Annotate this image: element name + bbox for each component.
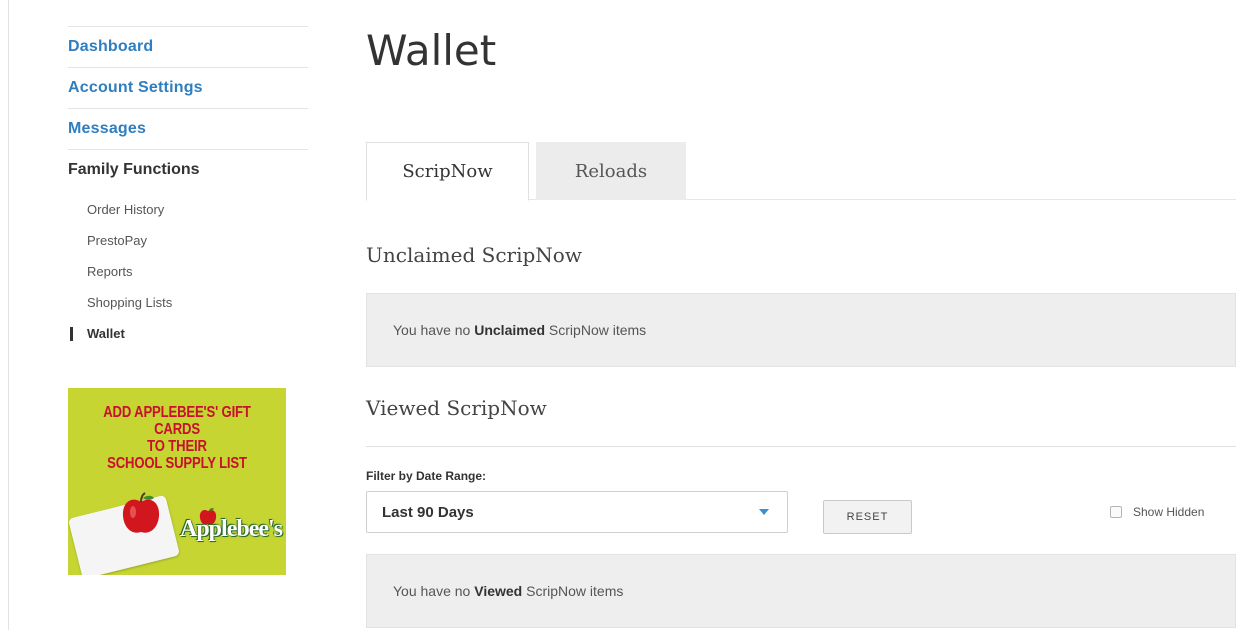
show-hidden-toggle[interactable]: Show Hidden [1110, 505, 1204, 519]
chevron-down-icon [759, 509, 769, 515]
viewed-empty-suffix: ScripNow items [522, 583, 624, 599]
sidebar-item-messages: Messages [68, 108, 308, 149]
date-range-selected-value: Last 90 Days [382, 503, 474, 521]
viewed-empty-bold: Viewed [474, 583, 523, 599]
show-hidden-checkbox[interactable] [1110, 506, 1122, 518]
wallet-tabs: ScripNow Reloads [366, 142, 1236, 201]
promo-headline: ADD APPLEBEE'S' GIFT CARDS TO THEIR SCHO… [88, 404, 267, 472]
promo-line-1: ADD APPLEBEE'S' GIFT CARDS [103, 404, 251, 438]
family-functions-label: Family Functions [68, 161, 200, 178]
sidebar-item-dashboard: Dashboard [68, 26, 308, 67]
viewed-empty-prefix: You have no [393, 583, 475, 599]
sidebar-nav: Dashboard Account Settings Messages Fami… [68, 26, 308, 190]
unclaimed-scripnow-heading: Unclaimed ScripNow [366, 243, 582, 267]
reset-button[interactable]: RESET [823, 500, 912, 534]
page-title: Wallet [366, 26, 497, 75]
subnav-item-wallet[interactable]: Wallet [68, 318, 308, 349]
tab-scripnow[interactable]: ScripNow [366, 142, 529, 201]
show-hidden-label: Show Hidden [1133, 505, 1205, 519]
applebees-logo: Applebee's [180, 516, 283, 542]
unclaimed-empty-message: You have no Unclaimed ScripNow items [366, 293, 1236, 367]
subnav-item-order-history[interactable]: Order History [68, 194, 308, 225]
unclaimed-empty-bold: Unclaimed [474, 322, 546, 338]
account-settings-link[interactable]: Account Settings [68, 79, 203, 97]
section-divider [366, 446, 1236, 447]
sidebar-group-family-functions: Family Functions [68, 149, 308, 190]
messages-link[interactable]: Messages [68, 120, 146, 138]
applebees-promo-banner[interactable]: ADD APPLEBEE'S' GIFT CARDS TO THEIR SCHO… [68, 388, 286, 575]
apple-icon [122, 492, 160, 533]
filter-date-range-label: Filter by Date Range: [366, 469, 487, 483]
promo-line-3: SCHOOL SUPPLY LIST [107, 455, 247, 472]
unclaimed-empty-suffix: ScripNow items [545, 322, 647, 338]
subnav-item-reports[interactable]: Reports [68, 256, 308, 287]
tab-reloads[interactable]: Reloads [536, 142, 686, 200]
viewed-scripnow-heading: Viewed ScripNow [366, 396, 547, 420]
subnav-item-shopping-lists[interactable]: Shopping Lists [68, 287, 308, 318]
family-functions-subnav: Order History PrestoPay Reports Shopping… [68, 194, 308, 349]
date-range-select[interactable]: Last 90 Days [366, 491, 788, 533]
page-frame-divider [8, 0, 9, 630]
sidebar-item-account-settings: Account Settings [68, 67, 308, 108]
unclaimed-empty-prefix: You have no [393, 322, 475, 338]
promo-line-2: TO THEIR [147, 438, 207, 455]
sidebar: Dashboard Account Settings Messages Fami… [68, 26, 308, 349]
viewed-empty-message: You have no Viewed ScripNow items [366, 554, 1236, 628]
subnav-item-prestopay[interactable]: PrestoPay [68, 225, 308, 256]
dashboard-link[interactable]: Dashboard [68, 38, 153, 56]
